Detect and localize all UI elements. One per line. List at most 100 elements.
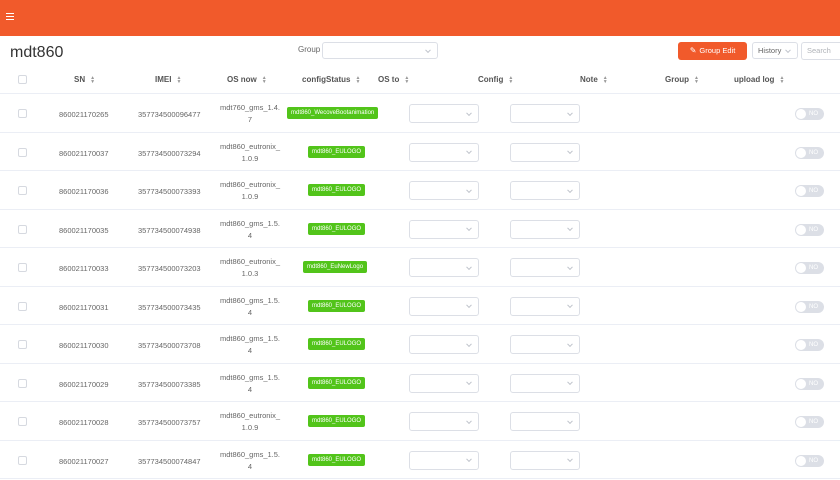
config-status-badge: mdt860_EULOGO [308, 415, 366, 427]
upload-log-toggle[interactable]: NO [795, 377, 824, 390]
os-to-select[interactable] [409, 412, 479, 431]
sort-icon[interactable]: ▲ ▼ [603, 75, 608, 84]
upload-log-toggle[interactable]: NO [795, 185, 824, 197]
config-select[interactable] [510, 450, 580, 470]
config-status-badge: mdt860_EULOGO [308, 184, 366, 196]
config-select[interactable] [510, 219, 580, 239]
column-upload-log-label: upload log [734, 75, 775, 84]
config-select[interactable] [510, 258, 580, 277]
row-checkbox[interactable] [18, 224, 27, 234]
imei-cell: 357734500074847 [138, 456, 201, 466]
table-row: 860021170031 357734500073435 mdt860_gms_… [0, 287, 840, 325]
column-os-now[interactable]: OS now ▲ ▼ [227, 66, 267, 94]
toggle-knob [796, 301, 806, 312]
row-checkbox[interactable] [18, 340, 27, 349]
search-placeholder: Search [807, 46, 831, 55]
sort-icon[interactable]: ▲ ▼ [176, 75, 181, 84]
row-checkbox[interactable] [18, 301, 27, 311]
row-checkbox[interactable] [18, 378, 27, 388]
os-to-select[interactable] [409, 181, 479, 200]
column-imei[interactable]: IMEI ▲ ▼ [155, 66, 181, 94]
history-select[interactable]: History [752, 42, 798, 59]
upload-log-toggle[interactable]: NO [795, 108, 824, 120]
os-to-select[interactable] [409, 373, 479, 393]
toggle-knob [796, 340, 806, 350]
row-checkbox[interactable] [18, 417, 27, 426]
toggle-knob [796, 109, 806, 119]
table-row: 860021170035 357734500074938 mdt860_gms_… [0, 210, 840, 248]
sort-icon[interactable]: ▲ ▼ [779, 75, 784, 84]
os-to-select[interactable] [409, 219, 479, 239]
upload-log-toggle[interactable]: NO [795, 339, 824, 351]
sort-icon[interactable]: ▲ ▼ [262, 75, 267, 84]
config-select[interactable] [510, 335, 580, 354]
column-upload-log[interactable]: upload log ▲ ▼ [734, 66, 784, 94]
sn-cell: 860021170028 [59, 418, 109, 427]
table-row: 860021170029 357734500073385 mdt860_gms_… [0, 364, 840, 402]
os-now-cell: mdt860_gms_1.5.4 [219, 295, 281, 317]
upload-log-toggle[interactable]: NO [795, 416, 824, 428]
os-to-select[interactable] [409, 258, 479, 277]
row-checkbox[interactable] [18, 109, 27, 118]
column-sn[interactable]: SN ▲ ▼ [74, 66, 95, 94]
column-config-status[interactable]: configStatus ▲ ▼ [302, 66, 360, 94]
column-os-to-label: OS to [378, 75, 400, 84]
upload-log-toggle[interactable]: NO [795, 300, 824, 313]
chevron-down-icon [567, 148, 573, 155]
row-checkbox[interactable] [18, 455, 27, 465]
upload-log-toggle[interactable]: NO [795, 262, 824, 274]
toggle-knob [796, 455, 806, 466]
sn-cell: 860021170035 [59, 225, 109, 235]
config-select[interactable] [510, 412, 580, 431]
chevron-down-icon [425, 46, 431, 53]
upload-log-toggle[interactable]: NO [795, 223, 824, 236]
column-group[interactable]: Group ▲ ▼ [665, 66, 699, 94]
sort-icon[interactable]: ▲ ▼ [508, 75, 513, 84]
column-config[interactable]: Config ▲ ▼ [478, 66, 513, 94]
config-select[interactable] [510, 373, 580, 393]
group-filter-select[interactable] [322, 42, 438, 59]
search-input[interactable]: Search [801, 42, 840, 60]
upload-log-toggle[interactable]: NO [795, 454, 824, 467]
config-select[interactable] [510, 296, 580, 316]
upload-log-toggle-label: NO [809, 380, 818, 387]
os-to-select[interactable] [409, 142, 479, 162]
chevron-down-icon [466, 225, 472, 232]
column-os-to[interactable]: OS to ▲ ▼ [378, 66, 409, 94]
row-checkbox[interactable] [18, 263, 27, 272]
toggle-knob [796, 417, 806, 427]
sort-icon[interactable]: ▲ ▼ [694, 75, 699, 84]
chevron-down-icon [567, 302, 573, 309]
row-checkbox[interactable] [18, 186, 27, 195]
os-now-cell: mdt860_eutronix_1.0.9 [219, 411, 281, 432]
column-note[interactable]: Note ▲ ▼ [580, 66, 608, 94]
config-select[interactable] [510, 181, 580, 200]
os-to-select[interactable] [409, 335, 479, 354]
select-all-checkbox[interactable] [18, 75, 27, 84]
group-edit-button[interactable]: ✎ Group Edit [678, 42, 747, 60]
upload-log-toggle-label: NO [809, 188, 818, 194]
upload-log-toggle-label: NO [809, 457, 818, 464]
upload-log-toggle[interactable]: NO [795, 146, 824, 159]
chevron-down-icon [466, 456, 472, 463]
menu-icon[interactable] [6, 13, 14, 21]
toggle-knob [796, 263, 806, 273]
config-select[interactable] [510, 142, 580, 162]
sort-icon[interactable]: ▲ ▼ [355, 75, 360, 84]
column-os-now-label: OS now [227, 75, 257, 84]
os-now-cell: mdt860_gms_1.5.4 [219, 334, 281, 355]
os-to-select[interactable] [409, 296, 479, 316]
imei-cell: 357734500073294 [138, 148, 201, 158]
os-to-select[interactable] [409, 104, 479, 123]
config-select[interactable] [510, 104, 580, 123]
upload-log-toggle-label: NO [809, 303, 818, 310]
sort-icon[interactable]: ▲ ▼ [90, 75, 95, 84]
chevron-down-icon [466, 109, 472, 116]
config-status-badge: mdt860_EULOGO [308, 299, 366, 312]
os-to-select[interactable] [409, 450, 479, 470]
sort-icon[interactable]: ▲ ▼ [404, 75, 409, 84]
config-status-badge: mdt860_EULOGO [308, 222, 366, 235]
row-checkbox[interactable] [18, 147, 27, 157]
toggle-knob [796, 147, 806, 158]
chevron-down-icon [567, 340, 573, 347]
